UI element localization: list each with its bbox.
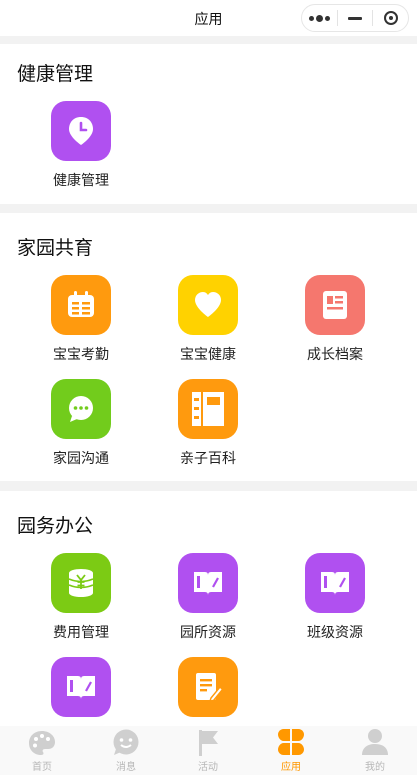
app-home-communication[interactable]: 家园沟通 (21, 379, 141, 468)
app-label: 宝宝考勤 (53, 347, 109, 363)
calendar-icon (51, 275, 111, 335)
tab-home[interactable]: 首页 (0, 726, 84, 773)
tab-label: 消息 (116, 762, 136, 773)
section-title: 园务办公 (17, 515, 94, 537)
flag-icon (166, 726, 250, 756)
tab-label: 应用 (281, 762, 301, 773)
app-label: 亲子百科 (180, 451, 236, 467)
minimize-button[interactable] (338, 5, 373, 31)
open-book-icon (305, 553, 365, 613)
navigation-bar: 应用 (0, 0, 417, 36)
tab-label: 我的 (365, 762, 385, 773)
app-fee-management[interactable]: 费用管理 (21, 553, 141, 642)
tab-activities[interactable]: 活动 (166, 726, 250, 773)
app-label: 成长档案 (307, 347, 363, 363)
section-health: 健康管理 健康管理 (0, 44, 417, 204)
tab-apps[interactable]: 应用 (249, 726, 333, 773)
open-book-icon (178, 553, 238, 613)
tab-messages[interactable]: 消息 (84, 726, 168, 773)
section-office: 园务办公 费用管理 园所资源 班级资源 (0, 491, 417, 726)
app-parenting-encyclopedia[interactable]: 亲子百科 (148, 379, 268, 468)
app-school-resources[interactable]: 园所资源 (148, 553, 268, 642)
heart-icon (178, 275, 238, 335)
app-health-management[interactable]: 健康管理 (21, 101, 141, 190)
palette-icon (0, 726, 84, 756)
tab-label: 活动 (198, 762, 218, 773)
minus-icon (348, 16, 362, 20)
document-icon (305, 275, 365, 335)
app-label: 宝宝健康 (180, 347, 236, 363)
more-button[interactable] (302, 5, 337, 31)
app-baby-attendance[interactable]: 宝宝考勤 (21, 275, 141, 364)
tab-profile[interactable]: 我的 (333, 726, 417, 773)
clock-pin-icon (51, 101, 111, 161)
miniprogram-capsule (301, 4, 409, 32)
app-class-resources[interactable]: 班级资源 (275, 553, 395, 642)
chat-face-icon (84, 726, 168, 756)
app-label: 健康管理 (53, 173, 109, 189)
app-growth-record[interactable]: 成长档案 (275, 275, 395, 364)
section-title: 健康管理 (17, 63, 94, 85)
more-dots-icon (308, 15, 314, 21)
app-label: 园所资源 (180, 625, 236, 641)
coin-stack-icon (51, 553, 111, 613)
app-label: 费用管理 (53, 625, 109, 641)
close-button[interactable] (373, 5, 408, 31)
notebook-icon (178, 379, 238, 439)
section-title: 家园共育 (17, 237, 94, 259)
app-book-resource[interactable] (21, 657, 141, 717)
app-label: 班级资源 (307, 625, 363, 641)
chat-bubble-icon (51, 379, 111, 439)
bottom-tab-bar: 首页 消息 活动 应用 我的 (0, 726, 417, 775)
app-edit-document[interactable] (148, 657, 268, 717)
target-icon (383, 11, 398, 25)
clover-icon (249, 726, 333, 756)
open-book-icon (51, 657, 111, 717)
user-icon (333, 726, 417, 756)
section-home-school: 家园共育 宝宝考勤 宝宝健康 成长档案 家园沟通 亲子百科 (0, 213, 417, 481)
edit-document-icon (178, 657, 238, 717)
app-label: 家园沟通 (53, 451, 109, 467)
app-baby-health[interactable]: 宝宝健康 (148, 275, 268, 364)
tab-label: 首页 (32, 762, 52, 773)
